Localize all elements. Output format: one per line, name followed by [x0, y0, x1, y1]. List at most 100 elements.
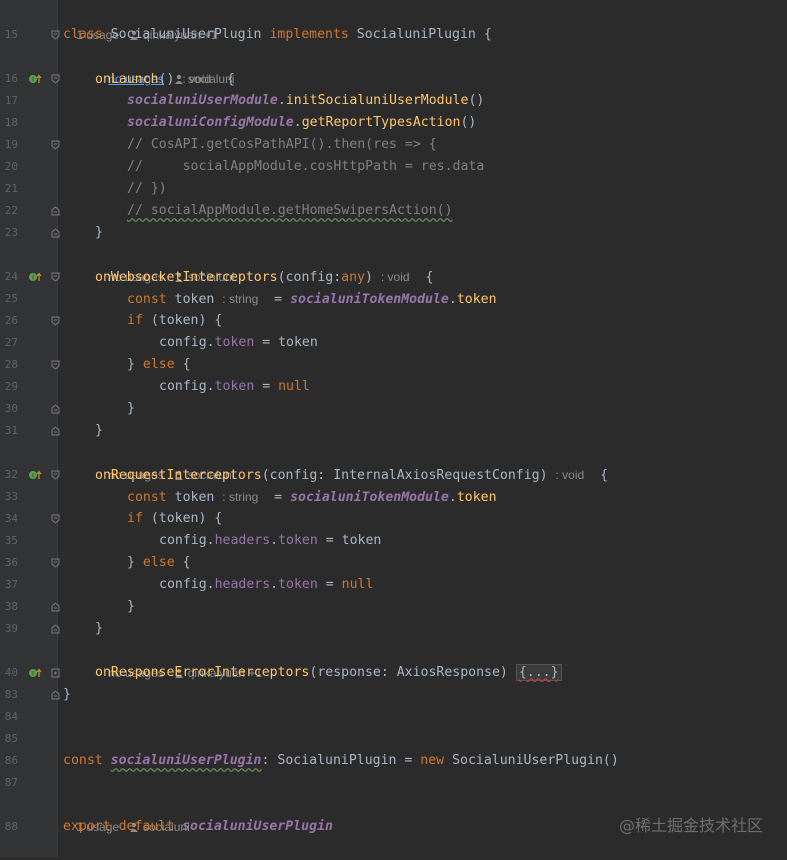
code-line[interactable]: 86 const socialuniUserPlugin: SocialuniP…: [0, 750, 787, 772]
code-line[interactable]: 26 if (token) {: [0, 310, 787, 332]
code-line[interactable]: 25 const token : string = socialuniToken…: [0, 288, 787, 310]
code-text: const token : string = socialuniTokenMod…: [127, 490, 497, 505]
code-line[interactable]: 15 class SocialuniUserPlugin implements …: [0, 24, 787, 46]
fold-icon[interactable]: [51, 514, 60, 524]
fold-icon[interactable]: [51, 624, 60, 634]
code-text: }: [95, 423, 103, 438]
fold-icon[interactable]: [51, 272, 60, 282]
implements-method-icon[interactable]: I: [28, 667, 42, 679]
code-line[interactable]: 32 I onRequestInterceptors(config: Inter…: [0, 464, 787, 486]
comment-text: // CosAPI.getCosPathAPI().then(res => {: [127, 137, 437, 152]
code-text: onWebsocketInterceptors(config:any) : vo…: [95, 270, 434, 285]
fold-icon[interactable]: [51, 228, 60, 238]
code-vision-hint: no usages socialuni: [0, 46, 787, 86]
code-line[interactable]: 83 }: [0, 684, 787, 706]
code-line[interactable]: 16 I onLaunch() : void {: [0, 68, 787, 90]
code-text: class SocialuniUserPlugin implements Soc…: [63, 27, 492, 42]
fold-icon[interactable]: [51, 404, 60, 414]
folded-region[interactable]: {...}: [515, 664, 562, 681]
code-line[interactable]: 39 }: [0, 618, 787, 640]
fold-icon[interactable]: [51, 206, 60, 216]
code-line[interactable]: 19 // CosAPI.getCosPathAPI().then(res =>…: [0, 134, 787, 156]
line-number: 83: [4, 688, 18, 701]
fold-icon[interactable]: [51, 360, 60, 370]
code-text: socialuniConfigModule.getReportTypesActi…: [127, 115, 477, 130]
code-text: }: [95, 621, 103, 636]
line-number: 28: [4, 358, 18, 371]
code-text: config.headers.token = token: [159, 533, 382, 548]
code-line[interactable]: 35 config.headers.token = token: [0, 530, 787, 552]
code-line[interactable]: 34 if (token) {: [0, 508, 787, 530]
line-number: 32: [4, 468, 18, 481]
code-vision-hint: no usages qinkaiyuan +1: [0, 640, 787, 680]
code-line[interactable]: 20 // socialAppModule.cosHttpPath = res.…: [0, 156, 787, 178]
code-text: onRequestInterceptors(config: InternalAx…: [95, 468, 609, 483]
fold-icon[interactable]: [51, 690, 60, 700]
code-line[interactable]: 31 }: [0, 420, 787, 442]
code-text: } else {: [127, 555, 191, 570]
code-text: export default socialuniUserPlugin: [63, 819, 333, 834]
code-line[interactable]: 33 const token : string = socialuniToken…: [0, 486, 787, 508]
comment-text: // socialAppModule.getHomeSwipersAction(…: [127, 203, 453, 218]
code-line[interactable]: 85: [0, 728, 787, 750]
code-line[interactable]: 27 config.token = token: [0, 332, 787, 354]
code-text: }: [95, 225, 103, 240]
implements-method-icon[interactable]: I: [28, 73, 42, 85]
fold-expand-icon[interactable]: [51, 668, 60, 678]
code-line[interactable]: 40 I onResponseErrorInterceptors(respons…: [0, 662, 787, 684]
line-number: 18: [4, 116, 18, 129]
svg-text:I: I: [32, 275, 34, 282]
code-vision-hint: no usages socialuni: [0, 244, 787, 284]
code-text: config.token = token: [159, 335, 318, 350]
line-number: 87: [4, 776, 18, 789]
svg-text:I: I: [32, 473, 34, 480]
code-line[interactable]: 18 socialuniConfigModule.getReportTypesA…: [0, 112, 787, 134]
code-text: onLaunch() : void {: [95, 72, 235, 87]
fold-icon[interactable]: [51, 140, 60, 150]
code-text: }: [127, 401, 135, 416]
fold-icon[interactable]: [51, 426, 60, 436]
line-number: 27: [4, 336, 18, 349]
line-number: 20: [4, 160, 18, 173]
code-line[interactable]: 24 I onWebsocketInterceptors(config:any)…: [0, 266, 787, 288]
line-number: 15: [4, 28, 18, 41]
code-line[interactable]: 36 } else {: [0, 552, 787, 574]
line-number: 22: [4, 204, 18, 217]
code-line[interactable]: 29 config.token = null: [0, 376, 787, 398]
implements-method-icon[interactable]: I: [28, 271, 42, 283]
fold-icon[interactable]: [51, 74, 60, 84]
code-line[interactable]: 23 }: [0, 222, 787, 244]
code-vision-hint: no usages socialuni: [0, 442, 787, 482]
code-line[interactable]: 22 // socialAppModule.getHomeSwipersActi…: [0, 200, 787, 222]
watermark: @稀土掘金技术社区: [618, 816, 763, 835]
code-line[interactable]: 38 }: [0, 596, 787, 618]
code-line[interactable]: 87: [0, 772, 787, 794]
code-text: config.headers.token = null: [159, 577, 374, 592]
fold-icon[interactable]: [51, 602, 60, 612]
line-number: 35: [4, 534, 18, 547]
code-text: const socialuniUserPlugin: SocialuniPlug…: [63, 753, 619, 768]
svg-text:I: I: [32, 77, 34, 84]
line-number: 86: [4, 754, 18, 767]
code-text: config.token = null: [159, 379, 310, 394]
line-number: 23: [4, 226, 18, 239]
line-number: 17: [4, 94, 18, 107]
svg-text:I: I: [32, 671, 34, 678]
line-number: 19: [4, 138, 18, 151]
code-line[interactable]: 84: [0, 706, 787, 728]
code-line[interactable]: 30 }: [0, 398, 787, 420]
code-line[interactable]: 37 config.headers.token = null: [0, 574, 787, 596]
comment-text: // socialAppModule.cosHttpPath = res.dat…: [127, 159, 485, 174]
line-number: 37: [4, 578, 18, 591]
fold-icon[interactable]: [51, 30, 60, 40]
code-text: if (token) {: [127, 511, 223, 526]
fold-icon[interactable]: [51, 558, 60, 568]
fold-icon[interactable]: [51, 316, 60, 326]
code-line[interactable]: 28 } else {: [0, 354, 787, 376]
line-number: 85: [4, 732, 18, 745]
code-line[interactable]: 17 socialuniUserModule.initSocialuniUser…: [0, 90, 787, 112]
implements-method-icon[interactable]: I: [28, 469, 42, 481]
fold-icon[interactable]: [51, 470, 60, 480]
code-line[interactable]: 21 // }): [0, 178, 787, 200]
code-text: }: [63, 687, 71, 702]
